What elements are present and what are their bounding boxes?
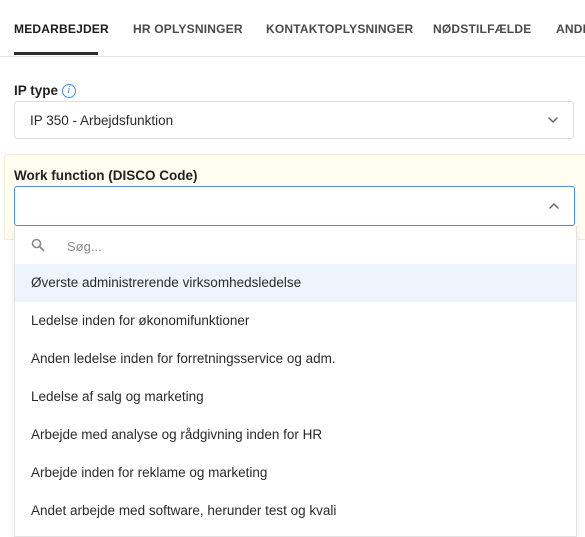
dropdown-search-row: [15, 226, 576, 263]
option-item[interactable]: Arbejde inden for reklame og marketing: [15, 454, 576, 492]
chevron-up-icon: [549, 203, 559, 209]
tab-kontaktoplysninger[interactable]: KONTAKTOPLYSNINGER: [266, 22, 413, 36]
work-function-select[interactable]: [14, 186, 575, 226]
option-item[interactable]: Andet arbejde med software, herunder tes…: [15, 492, 576, 530]
tab-bar: MEDARBEJDER HR OPLYSNINGER KONTAKTOPLYSN…: [0, 0, 585, 57]
tab-medarbejder[interactable]: MEDARBEJDER: [14, 22, 109, 36]
work-function-label: Work function (DISCO Code): [14, 168, 198, 183]
tab-ande[interactable]: ANDE: [556, 22, 585, 36]
tab-hr-oplysninger[interactable]: HR OPLYSNINGER: [133, 22, 243, 36]
option-item[interactable]: Anden ledelse inden for forretningsservi…: [15, 340, 576, 378]
option-item[interactable]: Ledelse inden for økonomifunktioner: [15, 302, 576, 340]
option-item[interactable]: Ledelse af salg og marketing: [15, 378, 576, 416]
search-icon: [31, 238, 45, 252]
info-icon[interactable]: i: [62, 84, 76, 98]
work-function-dropdown: Øverste administrerende virksomhedsledel…: [14, 226, 577, 537]
dropdown-search-input[interactable]: [65, 234, 549, 258]
active-tab-indicator: [14, 52, 98, 55]
tab-nodstilfaelde[interactable]: NØDSTILFÆLDE: [433, 22, 531, 36]
option-item[interactable]: Arbejde med analyse og rådgivning inden …: [15, 416, 576, 454]
ip-type-value: IP 350 - Arbejdsfunktion: [30, 113, 174, 128]
chevron-down-icon: [548, 117, 558, 123]
option-item[interactable]: Øverste administrerende virksomhedsledel…: [15, 264, 576, 302]
ip-type-label: IP type: [14, 83, 59, 98]
ip-type-select[interactable]: IP 350 - Arbejdsfunktion: [14, 101, 574, 139]
